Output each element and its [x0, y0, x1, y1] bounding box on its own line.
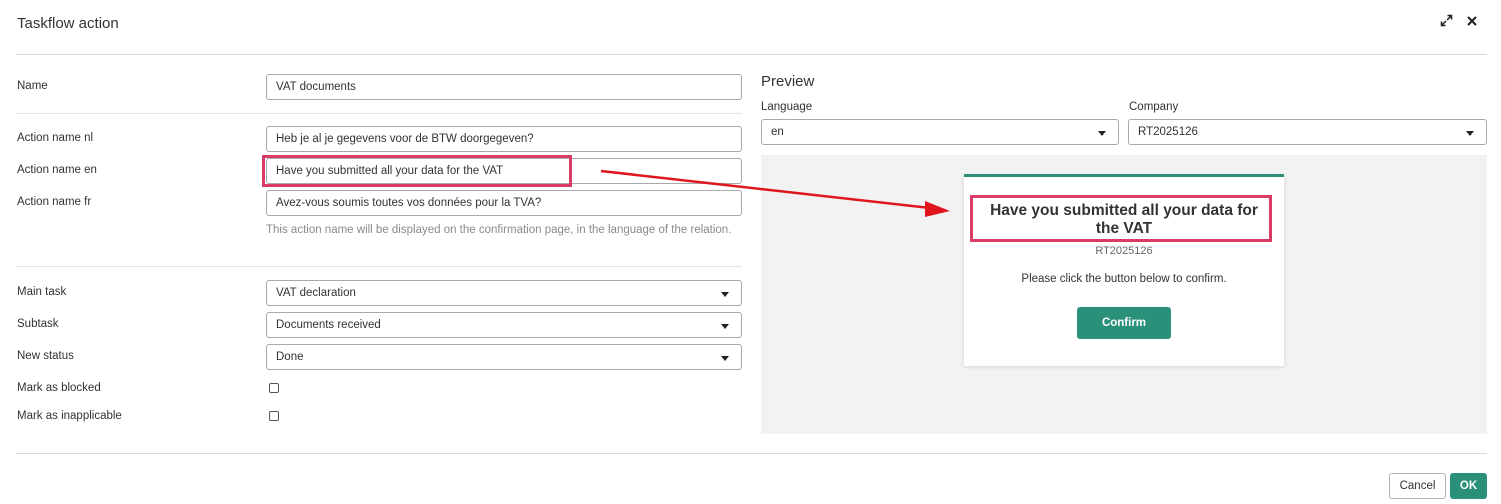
- footer-divider: [16, 453, 1487, 454]
- annotation-arrow-icon: [600, 169, 950, 217]
- ok-button[interactable]: OK: [1450, 473, 1487, 499]
- cancel-button[interactable]: Cancel: [1389, 473, 1446, 499]
